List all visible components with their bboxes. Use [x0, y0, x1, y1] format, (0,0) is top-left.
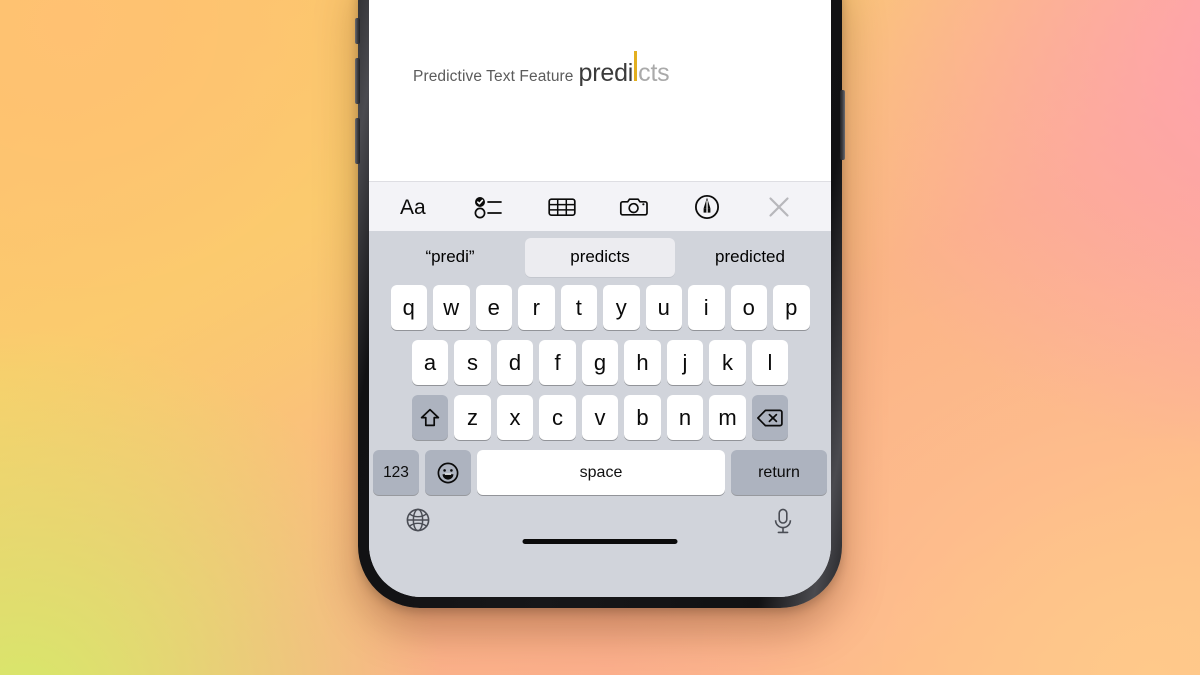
keyboard-row-4: 123 space return	[369, 450, 831, 495]
checklist-button[interactable]	[469, 189, 509, 225]
key-v[interactable]: v	[581, 395, 619, 440]
key-d[interactable]: d	[496, 340, 534, 385]
phone-screen: Predictive Text Feature predi cts Aa “pr…	[369, 0, 831, 597]
table-icon	[548, 197, 576, 216]
key-m[interactable]: m	[709, 395, 746, 440]
table-button[interactable]	[542, 189, 582, 225]
text-caret	[634, 51, 638, 81]
key-z[interactable]: z	[454, 395, 491, 440]
camera-button[interactable]	[614, 189, 654, 225]
key-a[interactable]: a	[411, 340, 449, 385]
key-c[interactable]: c	[539, 395, 576, 440]
prediction-candidate-0[interactable]: “predi”	[375, 238, 525, 277]
volume-down-button[interactable]	[355, 118, 360, 164]
emoji-key[interactable]	[425, 450, 471, 495]
key-y[interactable]: y	[603, 285, 640, 330]
prediction-candidate-1[interactable]: predicts	[525, 237, 675, 277]
camera-icon	[620, 197, 649, 216]
keyboard-row-3: z x c v b n m	[369, 395, 831, 440]
numeric-key[interactable]: 123	[373, 450, 419, 495]
dictation-key[interactable]	[771, 507, 795, 540]
key-j[interactable]: j	[666, 340, 704, 385]
notes-toolbar: Aa	[369, 181, 831, 231]
keyboard-row-1: q w e r t y u i o p	[369, 285, 831, 330]
note-text-area[interactable]: Predictive Text Feature predi cts	[369, 0, 831, 181]
backspace-key[interactable]	[751, 395, 789, 440]
key-n[interactable]: n	[666, 395, 704, 440]
return-key[interactable]: return	[731, 450, 827, 495]
key-x[interactable]: x	[496, 395, 534, 440]
smiley-icon	[437, 462, 459, 483]
key-o[interactable]: o	[730, 285, 767, 330]
markup-pen-icon	[694, 194, 719, 219]
key-b[interactable]: b	[624, 395, 661, 440]
software-keyboard: “predi” predicts predicted q w e r t y u…	[369, 231, 831, 597]
keyboard-bottom-bar	[369, 501, 831, 553]
keyboard-row-2: a s d f g h j k l	[369, 340, 831, 385]
note-predicted-ghost-text: cts	[638, 59, 670, 87]
key-u[interactable]: u	[645, 285, 682, 330]
space-key[interactable]: space	[477, 450, 725, 495]
key-s[interactable]: s	[454, 340, 491, 385]
silence-switch[interactable]	[355, 18, 360, 44]
key-r[interactable]: r	[518, 285, 555, 330]
key-k[interactable]: k	[709, 340, 746, 385]
format-aa-button[interactable]: Aa	[397, 189, 437, 225]
markup-button[interactable]	[687, 189, 727, 225]
key-f[interactable]: f	[539, 340, 576, 385]
key-g[interactable]: g	[581, 340, 619, 385]
microphone-icon	[774, 508, 792, 534]
globe-icon	[406, 508, 430, 532]
globe-key[interactable]	[405, 507, 431, 538]
volume-up-button[interactable]	[355, 58, 360, 104]
key-h[interactable]: h	[624, 340, 661, 385]
close-icon	[769, 196, 789, 217]
close-keyboard-button[interactable]	[759, 189, 799, 225]
key-l[interactable]: l	[751, 340, 789, 385]
prediction-candidate-2[interactable]: predicted	[675, 238, 825, 277]
key-q[interactable]: q	[390, 285, 427, 330]
note-text-line: Predictive Text Feature predi cts	[413, 51, 831, 88]
shift-arrow-icon	[420, 408, 440, 426]
shift-key[interactable]	[411, 395, 449, 440]
key-i[interactable]: i	[688, 285, 725, 330]
key-p[interactable]: p	[773, 285, 810, 330]
home-indicator	[522, 539, 678, 544]
note-typed-text: predi	[578, 59, 634, 87]
key-t[interactable]: t	[560, 285, 597, 330]
iphone-device-frame: Predictive Text Feature predi cts Aa “pr…	[355, 0, 845, 608]
power-button[interactable]	[840, 90, 845, 160]
screenshot-canvas: Predictive Text Feature predi cts Aa “pr…	[0, 0, 1200, 675]
key-e[interactable]: e	[475, 285, 512, 330]
key-w[interactable]: w	[433, 285, 470, 330]
backspace-icon	[757, 409, 783, 426]
svg-text:Aa: Aa	[400, 196, 426, 219]
note-prefix-text: Predictive Text Feature	[413, 68, 574, 85]
predictive-text-bar: “predi” predicts predicted	[369, 233, 831, 281]
checklist-icon	[474, 196, 503, 218]
